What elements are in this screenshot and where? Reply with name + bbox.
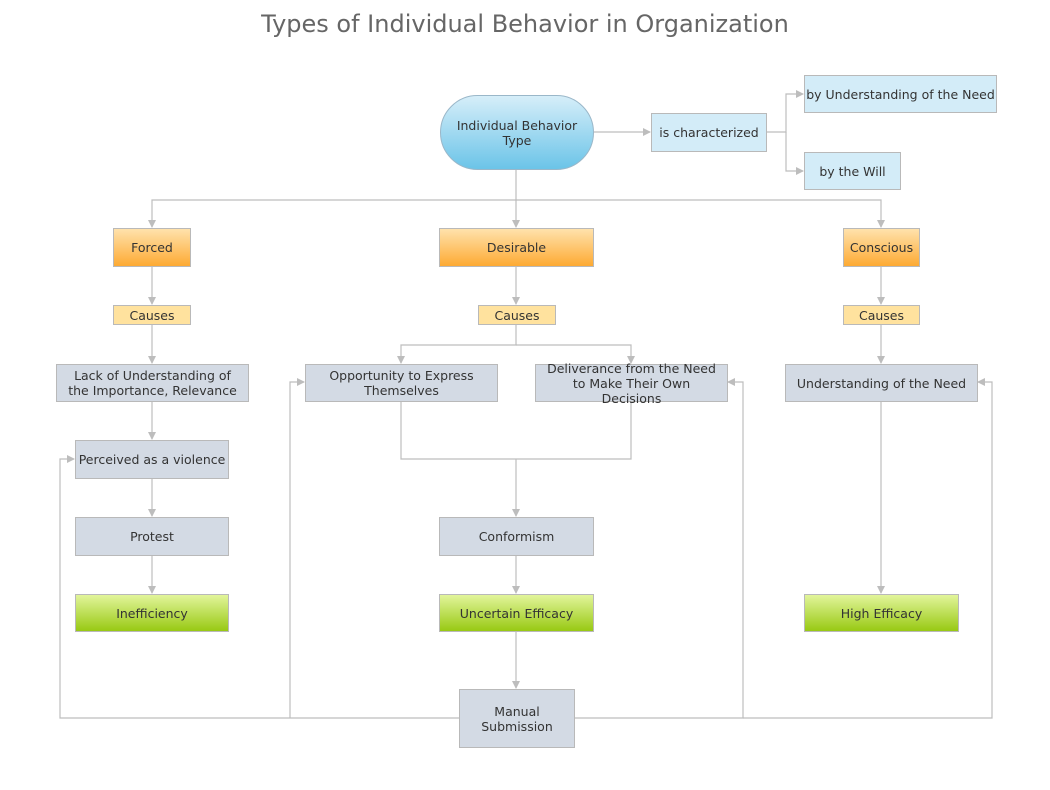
node-perceived-as-violence[interactable]: Perceived as a violence <box>75 440 229 479</box>
edge-characterized-will <box>785 132 804 175</box>
edge-causes-opportunity <box>397 324 517 364</box>
node-desirable[interactable]: Desirable <box>439 228 594 267</box>
node-forced[interactable]: Forced <box>113 228 191 267</box>
edge-root-conscious <box>516 199 885 228</box>
node-understanding-of-need[interactable]: Understanding of the Need <box>785 364 978 402</box>
edge-manual-opportunity <box>289 378 305 718</box>
node-by-understanding-of-need[interactable]: by Understanding of the Need <box>804 75 997 113</box>
node-uncertain-efficacy[interactable]: Uncertain Efficacy <box>439 594 594 632</box>
node-opportunity-to-express[interactable]: Opportunity to Express Themselves <box>305 364 498 402</box>
node-inefficiency[interactable]: Inefficiency <box>75 594 229 632</box>
edge-manual-deliverance <box>574 378 744 719</box>
node-high-efficacy[interactable]: High Efficacy <box>804 594 959 632</box>
node-conscious[interactable]: Conscious <box>843 228 920 267</box>
node-is-characterized[interactable]: is characterized <box>651 113 767 152</box>
node-protest[interactable]: Protest <box>75 517 229 556</box>
node-lack-of-understanding[interactable]: Lack of Understanding of the Importance,… <box>56 364 249 402</box>
node-causes-forced[interactable]: Causes <box>113 305 191 325</box>
edge-characterized-understanding <box>767 90 804 133</box>
node-causes-desirable[interactable]: Causes <box>478 305 556 325</box>
node-individual-behavior-type[interactable]: Individual Behavior Type <box>440 95 594 170</box>
edge-manual-understanding <box>743 378 993 719</box>
edge-merge-conformism <box>400 401 632 516</box>
node-causes-conscious[interactable]: Causes <box>843 305 920 325</box>
node-manual-submission[interactable]: Manual Submission <box>459 689 575 748</box>
edge-root-forced <box>148 199 516 228</box>
node-by-the-will[interactable]: by the Will <box>804 152 901 190</box>
edge-manual-perceived <box>59 455 459 719</box>
node-conformism[interactable]: Conformism <box>439 517 594 556</box>
node-deliverance[interactable]: Deliverance from the Need to Make Their … <box>535 361 728 406</box>
